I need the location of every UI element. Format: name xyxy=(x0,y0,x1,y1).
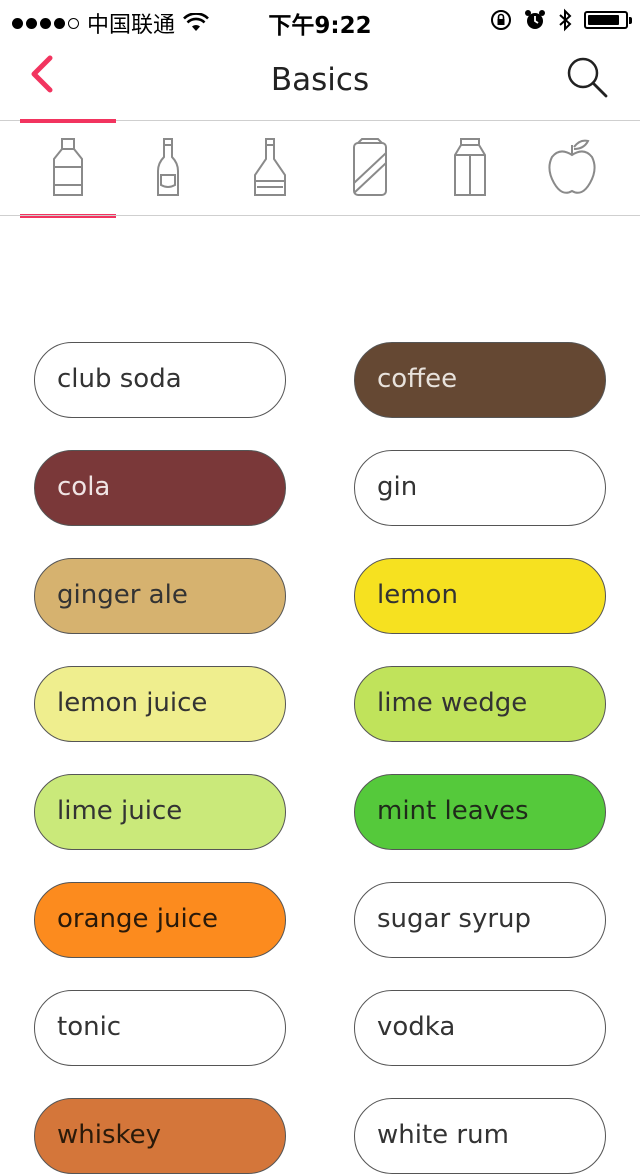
ingredient-pill[interactable]: vodka xyxy=(354,990,606,1066)
tab-soda[interactable] xyxy=(322,121,418,215)
navigation-bar: Basics xyxy=(0,40,640,120)
apple-icon xyxy=(548,139,596,194)
search-button[interactable] xyxy=(564,54,612,102)
alarm-icon xyxy=(525,10,545,29)
tab-liquor[interactable] xyxy=(20,119,116,218)
ingredient-pill[interactable]: sugar syrup xyxy=(354,882,606,958)
tab-selected-indicator-top xyxy=(20,119,116,123)
liquor-bottle-icon xyxy=(53,138,83,196)
tab-fruit[interactable] xyxy=(524,121,620,215)
ingredient-pill[interactable]: coffee xyxy=(354,342,606,418)
ingredient-pill[interactable]: ginger ale xyxy=(34,558,286,634)
rotation-lock-icon xyxy=(491,10,511,30)
tab-beer[interactable] xyxy=(120,121,216,215)
soda-can-icon xyxy=(353,138,387,196)
tab-dairy[interactable] xyxy=(422,121,518,215)
beer-bottle-icon xyxy=(157,138,179,196)
page-title: Basics xyxy=(270,62,370,98)
ingredient-pill[interactable]: gin xyxy=(354,450,606,526)
ingredient-pill[interactable]: lime juice xyxy=(34,774,286,850)
ingredient-pill[interactable]: tonic xyxy=(34,990,286,1066)
bluetooth-icon xyxy=(559,8,572,32)
category-tabs xyxy=(0,119,640,218)
wine-bottle-icon xyxy=(254,138,286,196)
ingredient-pill[interactable]: cola xyxy=(34,450,286,526)
tab-wine[interactable] xyxy=(222,121,318,215)
ingredient-pill[interactable]: orange juice xyxy=(34,882,286,958)
ingredient-pill[interactable]: whiskey xyxy=(34,1098,286,1174)
ingredient-pill[interactable]: white rum xyxy=(354,1098,606,1174)
battery-icon xyxy=(584,11,632,29)
ingredient-pill[interactable]: mint leaves xyxy=(354,774,606,850)
ingredient-pill[interactable]: lemon juice xyxy=(34,666,286,742)
tabs-bottom-divider xyxy=(0,215,640,216)
status-bar: 中国联通 下午9:22 xyxy=(0,0,640,40)
search-icon xyxy=(567,57,608,98)
ingredient-pill[interactable]: lemon xyxy=(354,558,606,634)
status-right xyxy=(490,8,632,32)
milk-carton-icon xyxy=(454,138,486,196)
ingredient-pill[interactable]: club soda xyxy=(34,342,286,418)
ingredient-pill[interactable]: lime wedge xyxy=(354,666,606,742)
